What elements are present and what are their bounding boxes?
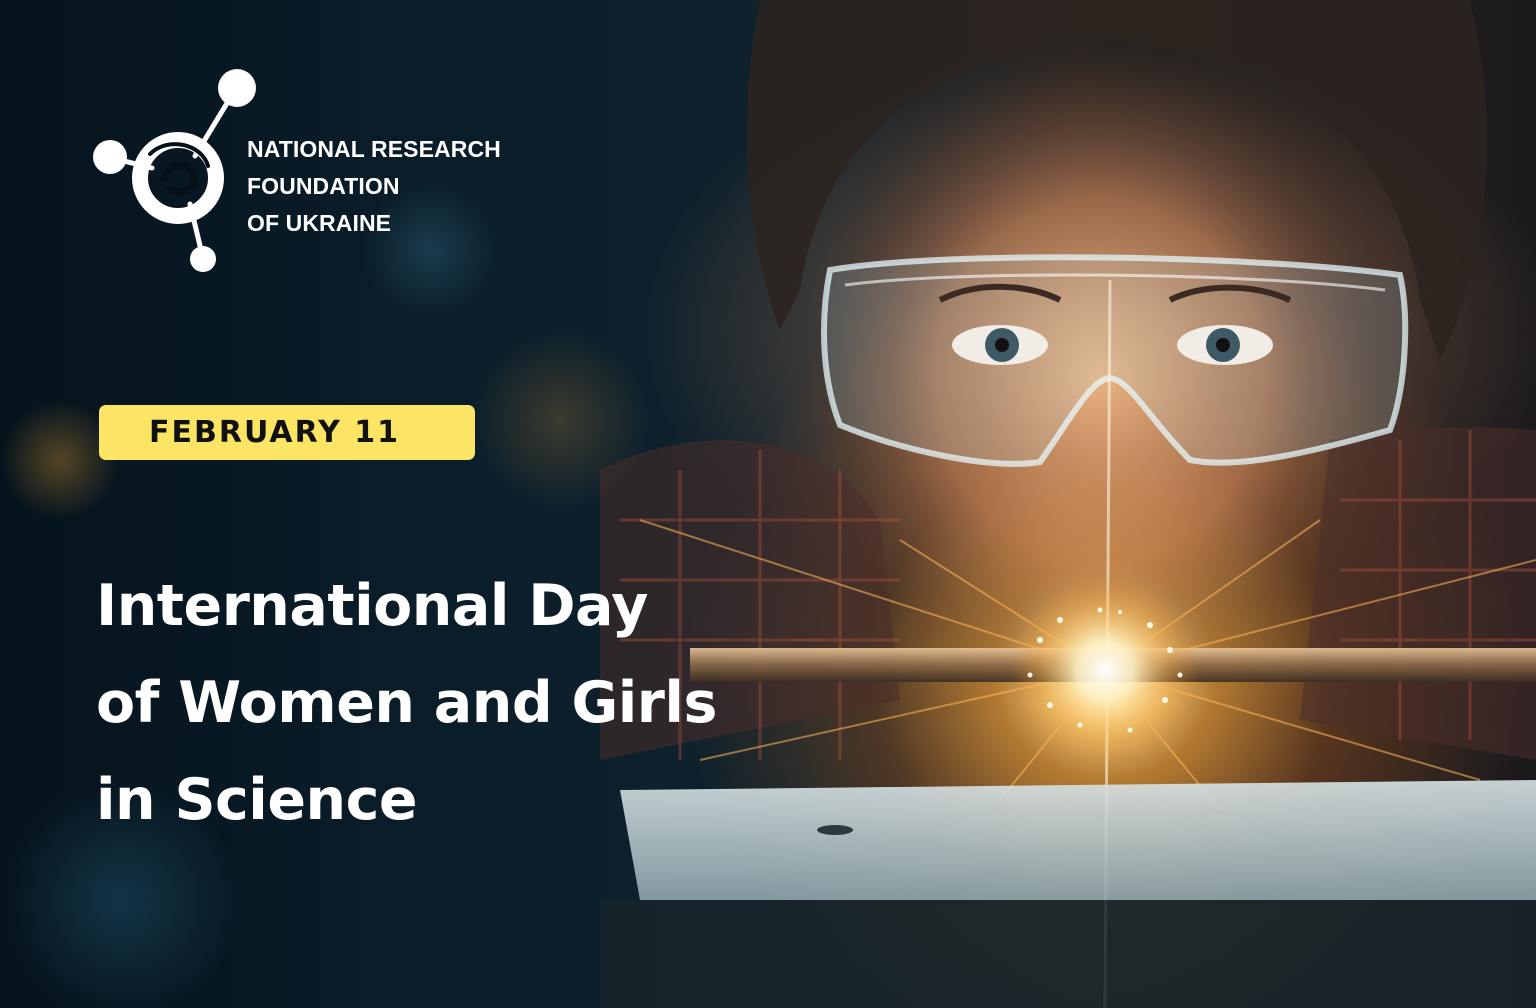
shirt-right <box>1300 427 1536 760</box>
event-title-line: in Science <box>96 767 418 833</box>
event-title-line: International Day <box>96 573 648 639</box>
molecule-spiral-logo-icon <box>93 69 256 272</box>
spark-glow <box>1010 575 1200 765</box>
date-badge: FEBRUARY 11 <box>99 405 475 460</box>
left-pupil <box>995 338 1009 352</box>
right-pupil <box>1216 338 1230 352</box>
event-title-line: of Women and Girls <box>96 670 717 736</box>
event-title: International Day of Women and Girls in … <box>96 558 717 849</box>
organization-name: NATIONAL RESEARCH FOUNDATION OF UKRAINE <box>247 131 501 242</box>
table-hole <box>817 825 853 835</box>
event-banner: NATIONAL RESEARCH FOUNDATION OF UKRAINE … <box>0 0 1536 1008</box>
lab-table <box>620 780 1536 900</box>
organization-name-line: FOUNDATION <box>247 173 400 199</box>
organization-name-line: OF UKRAINE <box>247 210 392 236</box>
table-edge <box>600 900 1536 1008</box>
organization-name-line: NATIONAL RESEARCH <box>247 136 501 162</box>
